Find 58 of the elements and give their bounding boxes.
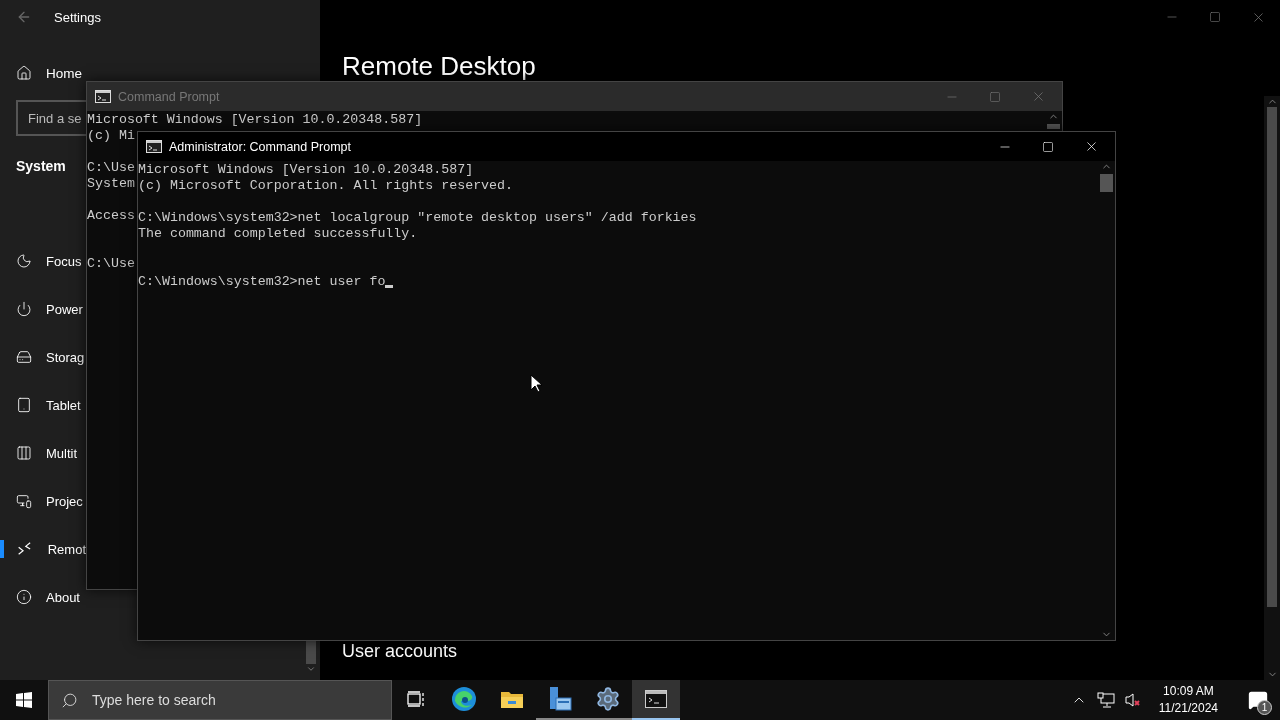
- drive-icon: [16, 349, 32, 365]
- monitor-icon: [16, 493, 32, 509]
- console-line: (c) Microsoft Corporation. All rights reserved.: [138, 178, 514, 193]
- browser-icon: [451, 686, 477, 712]
- console-line: C:\Use: [87, 256, 135, 271]
- windows-icon: [16, 692, 32, 708]
- window-title: Command Prompt: [118, 89, 221, 104]
- search-icon: [61, 691, 78, 709]
- nav-item[interactable]: Multit: [0, 444, 86, 462]
- gear-icon: [595, 686, 621, 712]
- home-link[interactable]: Home: [0, 65, 86, 81]
- tablet-icon: [16, 397, 32, 413]
- taskbar-app[interactable]: [632, 680, 680, 720]
- back-icon[interactable]: [16, 9, 32, 25]
- search-field[interactable]: Find a se: [16, 100, 86, 136]
- clock[interactable]: 10:09 AM 11/21/2024: [1150, 683, 1226, 717]
- scroll-thumb[interactable]: [1100, 174, 1113, 192]
- nav-item[interactable]: Power: [0, 300, 86, 318]
- network-icon[interactable]: [1096, 692, 1115, 708]
- window-title: Administrator: Command Prompt: [169, 139, 352, 154]
- console-icon: [146, 140, 162, 153]
- scroll-thumb[interactable]: [1047, 124, 1060, 129]
- home-icon: [16, 65, 32, 81]
- power-icon: [16, 301, 32, 317]
- muted-speaker-icon[interactable]: [1124, 692, 1141, 708]
- page-heading: Remote Desktop: [342, 52, 536, 80]
- section-title: System: [16, 158, 66, 174]
- nav-item[interactable]: Tablet: [0, 396, 86, 414]
- section-heading: User accounts: [342, 641, 458, 662]
- notifications-button[interactable]: 1: [1236, 680, 1280, 720]
- nav-item[interactable]: Focus: [0, 252, 86, 270]
- console-line: Microsoft Windows [Version 10.0.20348.587]: [87, 112, 423, 127]
- cursor-icon: [530, 374, 542, 393]
- console-line: The command completed successfully.: [138, 226, 418, 241]
- info-icon: [16, 589, 32, 605]
- scrollbar[interactable]: [1264, 96, 1280, 680]
- folder-icon: [500, 689, 524, 709]
- taskbar-search-field[interactable]: Type here to search: [48, 680, 392, 720]
- console-line: Microsoft Windows [Version 10.0.20348.587]: [138, 162, 474, 177]
- console-icon: [645, 690, 667, 708]
- scroll-down-icon[interactable]: [306, 664, 316, 674]
- nav-item[interactable]: Storag: [0, 348, 86, 366]
- nav-item[interactable]: Projec: [0, 492, 86, 510]
- console-line: (c) Mi: [87, 128, 135, 143]
- console-line: System: [87, 176, 135, 191]
- moon-icon: [16, 253, 32, 269]
- console-line: C:\Windows\system32>net user fo: [138, 274, 386, 289]
- console-line: C:\Use: [87, 160, 135, 175]
- columns-icon: [16, 445, 32, 461]
- task-view-icon: [407, 691, 425, 707]
- console-line: C:\Windows\system32>net localgroup "remote desktop users" /add forkies: [138, 210, 697, 225]
- nav-item[interactable]: About: [0, 588, 86, 606]
- console-line: Access: [87, 208, 135, 223]
- close-icon[interactable]: [1084, 139, 1099, 154]
- server-icon: [547, 686, 573, 712]
- console-icon: [95, 90, 111, 103]
- text-cursor: [385, 285, 394, 288]
- window-title: Settings: [54, 9, 101, 25]
